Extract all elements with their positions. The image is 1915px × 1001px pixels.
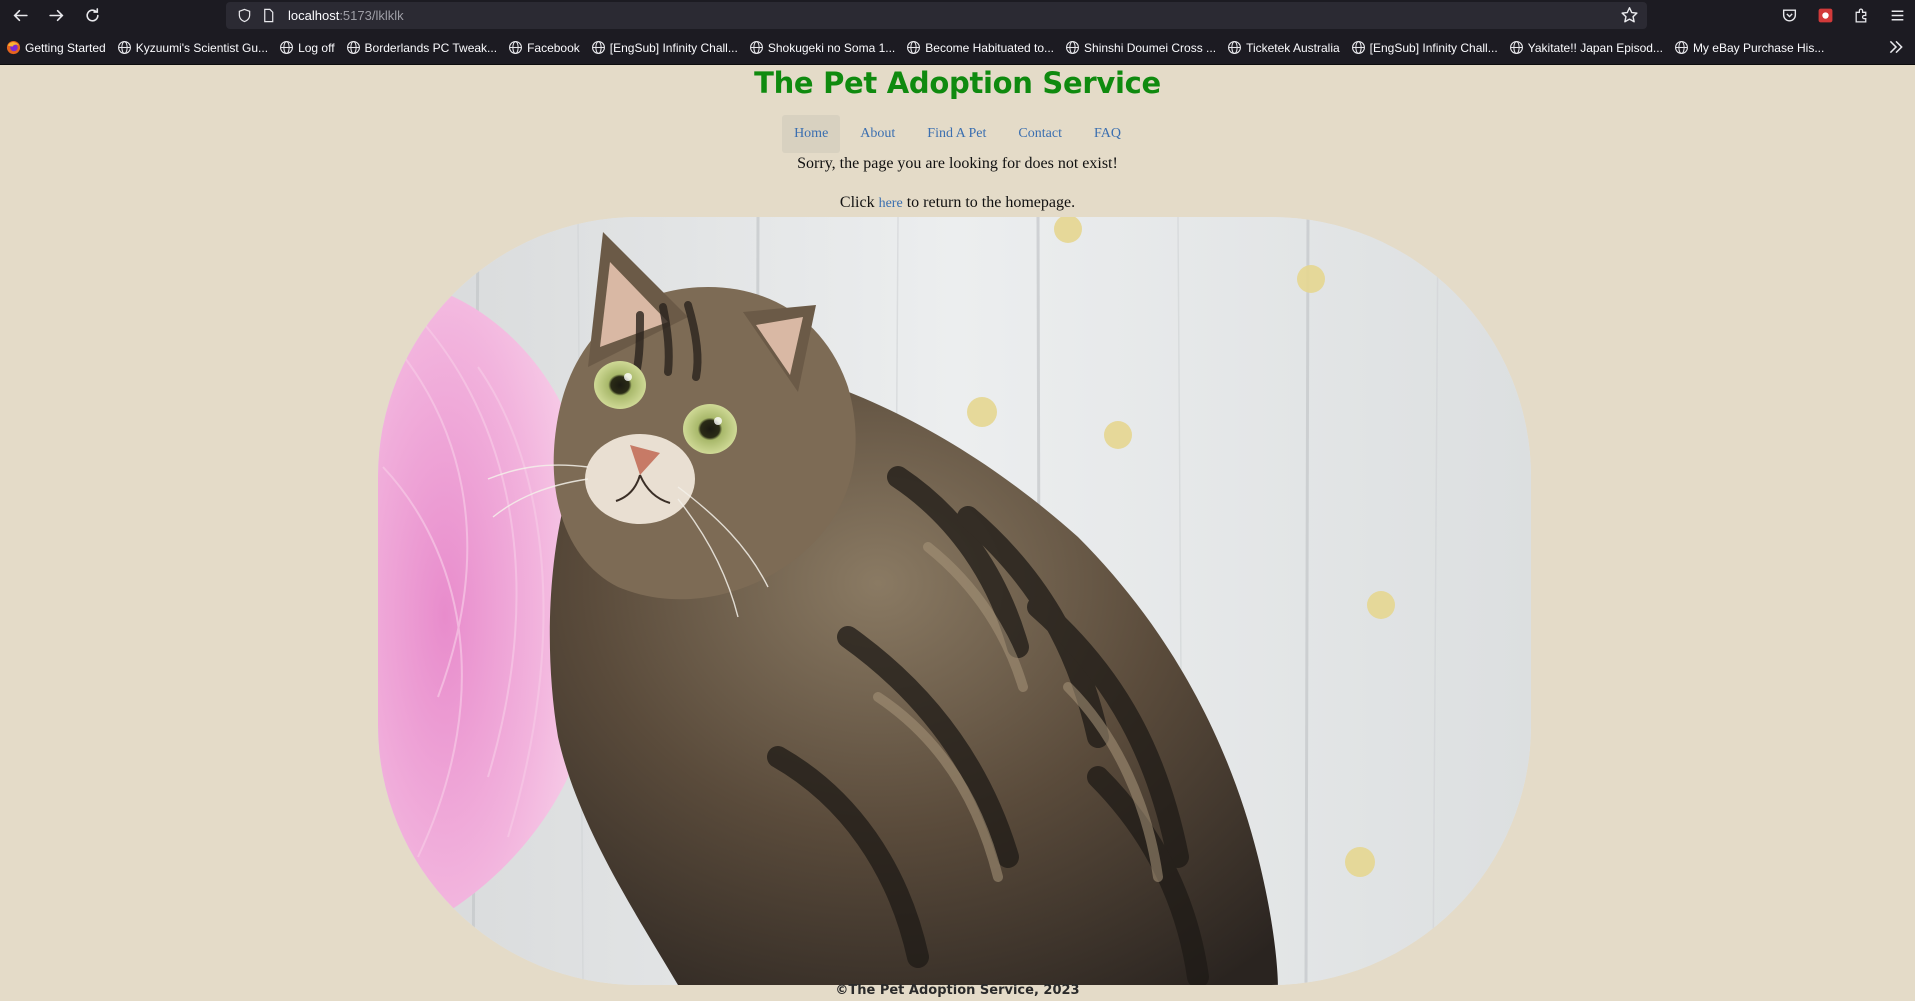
forward-button[interactable] <box>38 0 74 31</box>
address-bar[interactable]: localhost:5173/lklklk <box>226 2 1647 29</box>
globe-icon <box>591 41 605 54</box>
bookmark-label: Shokugeki no Soma 1... <box>767 40 896 55</box>
bookmark-label: Log off <box>298 40 335 55</box>
page-info-icon[interactable] <box>258 6 278 26</box>
bookmark-label: Shinshi Doumei Cross ... <box>1084 40 1217 55</box>
bookmark-label: [EngSub] Infinity Chall... <box>1369 40 1498 55</box>
bookmark-item[interactable]: [EngSub] Infinity Chall... <box>1345 35 1503 61</box>
nav-link-find-a-pet[interactable]: Find A Pet <box>915 115 998 153</box>
app-menu-button[interactable] <box>1879 0 1915 31</box>
cat-image <box>378 217 1531 985</box>
pocket-button[interactable] <box>1771 0 1807 31</box>
globe-icon <box>1066 41 1079 54</box>
bookmark-item[interactable]: Getting Started <box>0 35 111 61</box>
return-suffix: to return to the homepage. <box>906 194 1076 211</box>
nav-link-faq[interactable]: FAQ <box>1082 115 1133 153</box>
shield-icon[interactable] <box>234 6 254 26</box>
url-host: localhost <box>288 8 340 23</box>
bookmark-item[interactable]: Yakitate!! Japan Episod... <box>1503 35 1668 61</box>
bookmark-label: Yakitate!! Japan Episod... <box>1527 40 1663 55</box>
nav-link-home[interactable]: Home <box>782 115 841 153</box>
nav-link-about[interactable]: About <box>848 115 907 153</box>
return-home-line: Click here to return to the homepage. <box>0 194 1915 212</box>
bookmark-item[interactable]: Shokugeki no Soma 1... <box>743 35 900 61</box>
here-link[interactable]: here <box>879 196 903 211</box>
bookmark-label: Ticketek Australia <box>1246 40 1340 55</box>
chevron-double-right-icon[interactable] <box>1887 38 1905 56</box>
error-message: Sorry, the page you are looking for does… <box>797 155 1118 172</box>
bookmark-item[interactable]: [EngSub] Infinity Chall... <box>585 35 743 61</box>
bookmark-label: My eBay Purchase His... <box>1692 40 1825 55</box>
puzzle-icon <box>1855 8 1866 23</box>
globe-icon <box>280 41 294 54</box>
browser-toolbar: localhost:5173/lklklk <box>0 0 1915 31</box>
hamburger-icon <box>1891 10 1903 21</box>
firefox-icon <box>6 40 21 55</box>
page-content: The Pet Adoption Service Home About Find A… <box>0 65 1915 1001</box>
bookmark-item[interactable]: Shinshi Doumei Cross ... <box>1059 35 1221 61</box>
extension-button[interactable] <box>1807 0 1843 31</box>
globe-icon <box>117 41 131 54</box>
bookmark-item[interactable]: Log off <box>273 35 339 61</box>
bookmark-item[interactable]: Ticketek Australia <box>1221 35 1345 61</box>
footer-copyright: ©The Pet Adoption Service, 2023 <box>835 983 1080 998</box>
site-title: The Pet Adoption Service <box>754 66 1161 100</box>
globe-icon <box>1228 41 1242 54</box>
pocket-icon <box>1782 9 1796 22</box>
cat-illustration <box>378 217 1531 985</box>
nav-link-contact[interactable]: Contact <box>1006 115 1074 153</box>
bookmark-item[interactable]: Facebook <box>502 35 585 61</box>
bookmark-star-icon[interactable] <box>1620 6 1639 25</box>
extensions-menu-button[interactable] <box>1843 0 1879 31</box>
bookmarks-list: Getting Started Kyzuumi's Scientist Gu...… <box>0 35 1829 61</box>
arrow-left-icon <box>13 9 28 22</box>
globe-icon <box>749 41 763 54</box>
bookmark-label: Facebook <box>527 40 580 55</box>
reload-button[interactable] <box>74 0 110 31</box>
bookmark-item[interactable]: Kyzuumi's Scientist Gu... <box>111 35 273 61</box>
bookmark-label: [EngSub] Infinity Chall... <box>609 40 738 55</box>
back-button[interactable] <box>2 0 38 31</box>
extension-red-icon <box>1818 8 1832 23</box>
site-nav: Home About Find A Pet Contact FAQ <box>0 115 1915 153</box>
bookmark-label: Borderlands PC Tweak... <box>364 40 498 55</box>
globe-icon <box>1351 41 1365 54</box>
url-path: :5173/lklklk <box>339 8 404 23</box>
bookmark-item[interactable]: Become Habituated to... <box>900 35 1059 61</box>
bookmark-item[interactable]: My eBay Purchase His... <box>1668 35 1829 61</box>
globe-icon <box>346 41 360 54</box>
globe-icon <box>1674 41 1688 54</box>
url-text[interactable]: localhost:5173/lklklk <box>288 8 404 23</box>
globe-icon <box>509 41 523 54</box>
globe-icon <box>907 41 921 54</box>
arrow-right-icon <box>48 9 63 22</box>
bookmark-label: Become Habituated to... <box>925 40 1055 55</box>
bookmarks-toolbar: Getting Started Kyzuumi's Scientist Gu...… <box>0 31 1915 65</box>
return-prefix: Click <box>839 194 875 211</box>
reload-icon <box>85 8 99 22</box>
bookmark-item[interactable]: Borderlands PC Tweak... <box>340 35 503 61</box>
bookmark-label: Getting Started <box>25 40 106 55</box>
globe-icon <box>1509 41 1523 54</box>
bookmark-label: Kyzuumi's Scientist Gu... <box>135 40 269 55</box>
